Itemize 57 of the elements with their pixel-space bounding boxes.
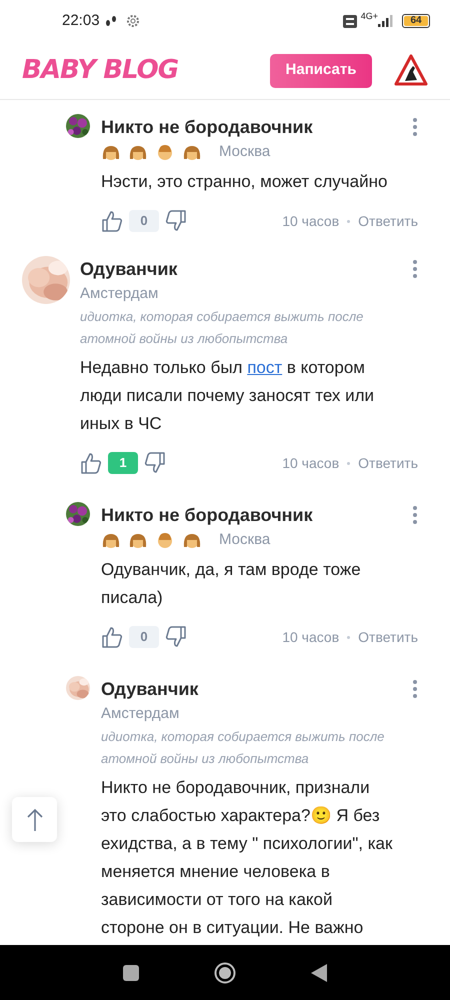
signal-icon — [378, 15, 394, 27]
girl-badge-icon — [182, 143, 202, 161]
city: Москва — [219, 530, 270, 550]
boy-badge-icon — [155, 143, 175, 161]
thumbs-down-icon[interactable] — [165, 626, 187, 648]
girl-badge-icon — [101, 531, 121, 549]
thumbs-down-icon[interactable] — [144, 452, 166, 474]
arrow-up-icon — [26, 808, 42, 832]
user-status: идиотка, которая собирается выжить после атомной войны из любопытства — [101, 728, 386, 768]
comment-text: Никто не бородавочник, признали это слабостью характера?🙂 Я без ехидства, а в тему " психологии", как меняется мнение человека в зависимости от того на какой стороне он в ситуации. Не важно — [101, 777, 394, 939]
reply-link[interactable]: Ответить — [358, 452, 418, 474]
rating-count: 1 — [108, 452, 138, 474]
network-type: 4G+ — [360, 12, 378, 21]
thumbs-up-icon[interactable] — [101, 210, 123, 232]
city: Амстердам — [80, 284, 158, 304]
more-icon[interactable] — [412, 505, 418, 525]
more-icon[interactable] — [412, 117, 418, 137]
author-name[interactable]: Одуванчик — [80, 256, 178, 282]
clock: 22:03 — [62, 10, 100, 31]
city: Москва — [219, 142, 270, 162]
city: Амстердам — [101, 704, 180, 724]
girl-badge-icon — [128, 531, 148, 549]
girl-badge-icon — [128, 143, 148, 161]
thumbs-up-icon[interactable] — [80, 452, 102, 474]
comment-time: 10 часов — [282, 628, 340, 646]
girl-badge-icon — [182, 531, 202, 549]
write-button[interactable]: Написать — [270, 54, 372, 88]
comment-text: Недавно только был пост в котором люди писали почему заносят тех или иных в ЧС — [80, 357, 376, 435]
rating-count: 0 — [129, 210, 159, 232]
boy-badge-icon — [155, 531, 175, 549]
thumbs-up-icon[interactable] — [101, 626, 123, 648]
logo[interactable]: BABY BLOG — [22, 51, 178, 90]
author-name[interactable]: Одуванчик — [101, 676, 198, 702]
author-name[interactable]: Никто не бородавочник — [101, 502, 313, 528]
comment-time: 10 часов — [282, 454, 340, 472]
battery-icon: 64 — [402, 14, 430, 28]
home-icon[interactable] — [214, 962, 236, 984]
back-icon[interactable] — [311, 964, 327, 982]
reply-link[interactable]: Ответить — [358, 210, 418, 232]
more-icon[interactable] — [412, 259, 418, 279]
road-sign-icon[interactable] — [394, 54, 428, 88]
user-status: идиотка, которая собирается выжить после атомной войны из любопытства — [80, 308, 364, 348]
post-link[interactable]: пост — [247, 358, 282, 377]
footsteps-icon — [104, 15, 118, 27]
comment-time: 10 часов — [282, 212, 340, 230]
girl-badge-icon — [101, 143, 121, 161]
thumbs-down-icon[interactable] — [165, 210, 187, 232]
more-icon[interactable] — [412, 679, 418, 699]
volte-icon — [342, 14, 357, 28]
recents-icon[interactable] — [123, 964, 139, 980]
reply-link[interactable]: Ответить — [358, 626, 418, 648]
comment-text: Одуванчик, да, я там вроде тоже писала) — [101, 559, 362, 609]
author-name[interactable]: Никто не бородавочник — [101, 114, 313, 140]
rating-count: 0 — [129, 626, 159, 648]
comment-text: Нэсти, это странно, может случайно — [101, 171, 388, 193]
scroll-top-button[interactable] — [12, 797, 57, 842]
gear-icon — [126, 14, 140, 28]
